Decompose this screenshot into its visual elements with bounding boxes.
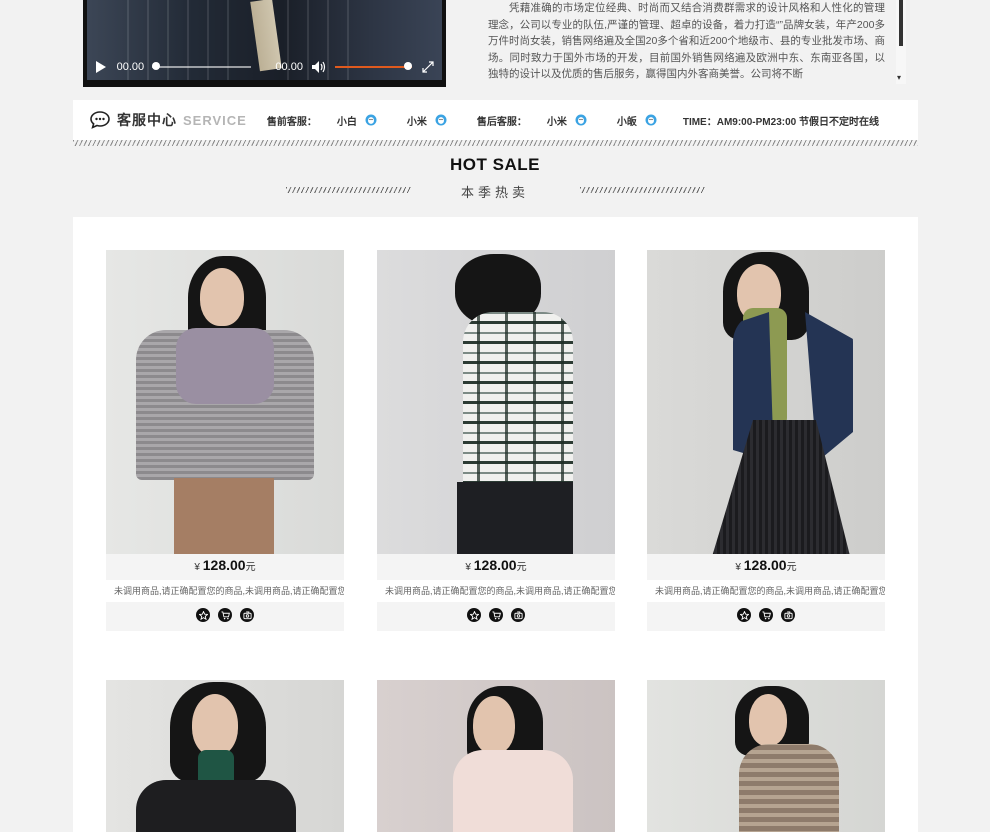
company-intro: 凭藉准确的市场定位经典、时尚而又结合消费群需求的设计风格和人性化的管理理念，公司… [488, 2, 885, 80]
volume-icon[interactable] [311, 59, 327, 75]
qq-icon[interactable] [435, 114, 447, 126]
product-card[interactable]: ¥ 128.00元 未调用商品,请正确配置您的商品,未调用商品,请正确配置您的 [647, 250, 885, 631]
product-price: ¥ 128.00元 [465, 557, 527, 573]
cart-icon[interactable] [218, 608, 232, 622]
hot-sale-title: HOT SALE [450, 155, 540, 174]
share-icon[interactable] [511, 608, 525, 622]
video-current-time: 00.00 [116, 61, 145, 73]
aftersale-agent-2[interactable]: 小皈 [617, 113, 637, 128]
volume-knob[interactable] [404, 62, 413, 70]
fullscreen-icon[interactable] [420, 59, 436, 75]
page: 00.00 00.00 凭藉准确的市场定位经典、时尚而又结合消费群需求的设计风格… [0, 0, 990, 832]
dashed-divider [73, 140, 918, 146]
product-image[interactable] [106, 250, 344, 554]
cart-icon[interactable] [489, 608, 503, 622]
volume-slider[interactable] [334, 62, 413, 70]
video-progress-knob[interactable] [152, 62, 161, 70]
intro-scrollbar[interactable]: ▾ [896, 0, 906, 84]
scroll-down-icon[interactable]: ▾ [897, 73, 901, 82]
product-image[interactable] [106, 680, 344, 832]
qq-icon[interactable] [645, 114, 657, 126]
product-card[interactable]: ¥ 128.00元 未调用商品,请正确配置您的商品,未调用商品,请正确配置您的 [377, 250, 615, 631]
play-icon[interactable] [93, 59, 109, 75]
hot-sale-subtitle: 本季热卖 [460, 185, 529, 200]
service-title: 客服中心 [117, 113, 177, 129]
service-hours: TIME：AM9:00-PM23:00 节假日不定时在线 [682, 116, 879, 128]
presale-agent-1[interactable]: 小白 [337, 113, 357, 128]
scrollbar-thumb[interactable] [899, 0, 903, 46]
qq-icon[interactable] [365, 114, 377, 126]
service-title-en: SERVICE [183, 112, 247, 128]
video-total-time: 00.00 [275, 61, 303, 73]
product-description: 未调用商品,请正确配置您的商品,未调用商品,请正确配置您的 [377, 580, 615, 602]
hot-sale-right-decoration [580, 187, 705, 193]
presale-label: 售前客服： [266, 116, 317, 128]
star-icon[interactable] [196, 608, 210, 622]
product-image[interactable] [377, 250, 615, 554]
cart-icon[interactable] [759, 608, 773, 622]
video-player[interactable]: 00.00 00.00 [83, 0, 446, 87]
customer-service-bar: 客服中心 SERVICE 售前客服： 小白 小米 售后客服： 小米 小皈 TIM… [73, 100, 918, 140]
product-card[interactable]: ¥ 128.00元 未调用商品,请正确配置您的商品,未调用商品,请正确配置您的 [106, 250, 344, 631]
chat-bubble-icon [89, 110, 111, 130]
product-image[interactable] [647, 680, 885, 832]
video-progress-bar[interactable] [152, 62, 252, 70]
video-controls: 00.00 00.00 [83, 54, 446, 80]
product-price: ¥ 128.00元 [194, 557, 256, 573]
product-image[interactable] [377, 680, 615, 832]
product-description: 未调用商品,请正确配置您的商品,未调用商品,请正确配置您的 [647, 580, 885, 602]
product-price: ¥ 128.00元 [735, 557, 797, 573]
star-icon[interactable] [737, 608, 751, 622]
product-card[interactable] [377, 680, 615, 832]
share-icon[interactable] [240, 608, 254, 622]
product-image[interactable] [647, 250, 885, 554]
qq-icon[interactable] [575, 114, 587, 126]
presale-agent-2[interactable]: 小米 [407, 113, 427, 128]
product-panel: ¥ 128.00元 未调用商品,请正确配置您的商品,未调用商品,请正确配置您的 [73, 217, 918, 832]
star-icon[interactable] [467, 608, 481, 622]
aftersale-agent-1[interactable]: 小米 [547, 113, 567, 128]
aftersale-label: 售后客服： [476, 116, 527, 128]
share-icon[interactable] [781, 608, 795, 622]
product-card[interactable] [106, 680, 344, 832]
product-description: 未调用商品,请正确配置您的商品,未调用商品,请正确配置您的 [106, 580, 344, 602]
product-card[interactable] [647, 680, 885, 832]
